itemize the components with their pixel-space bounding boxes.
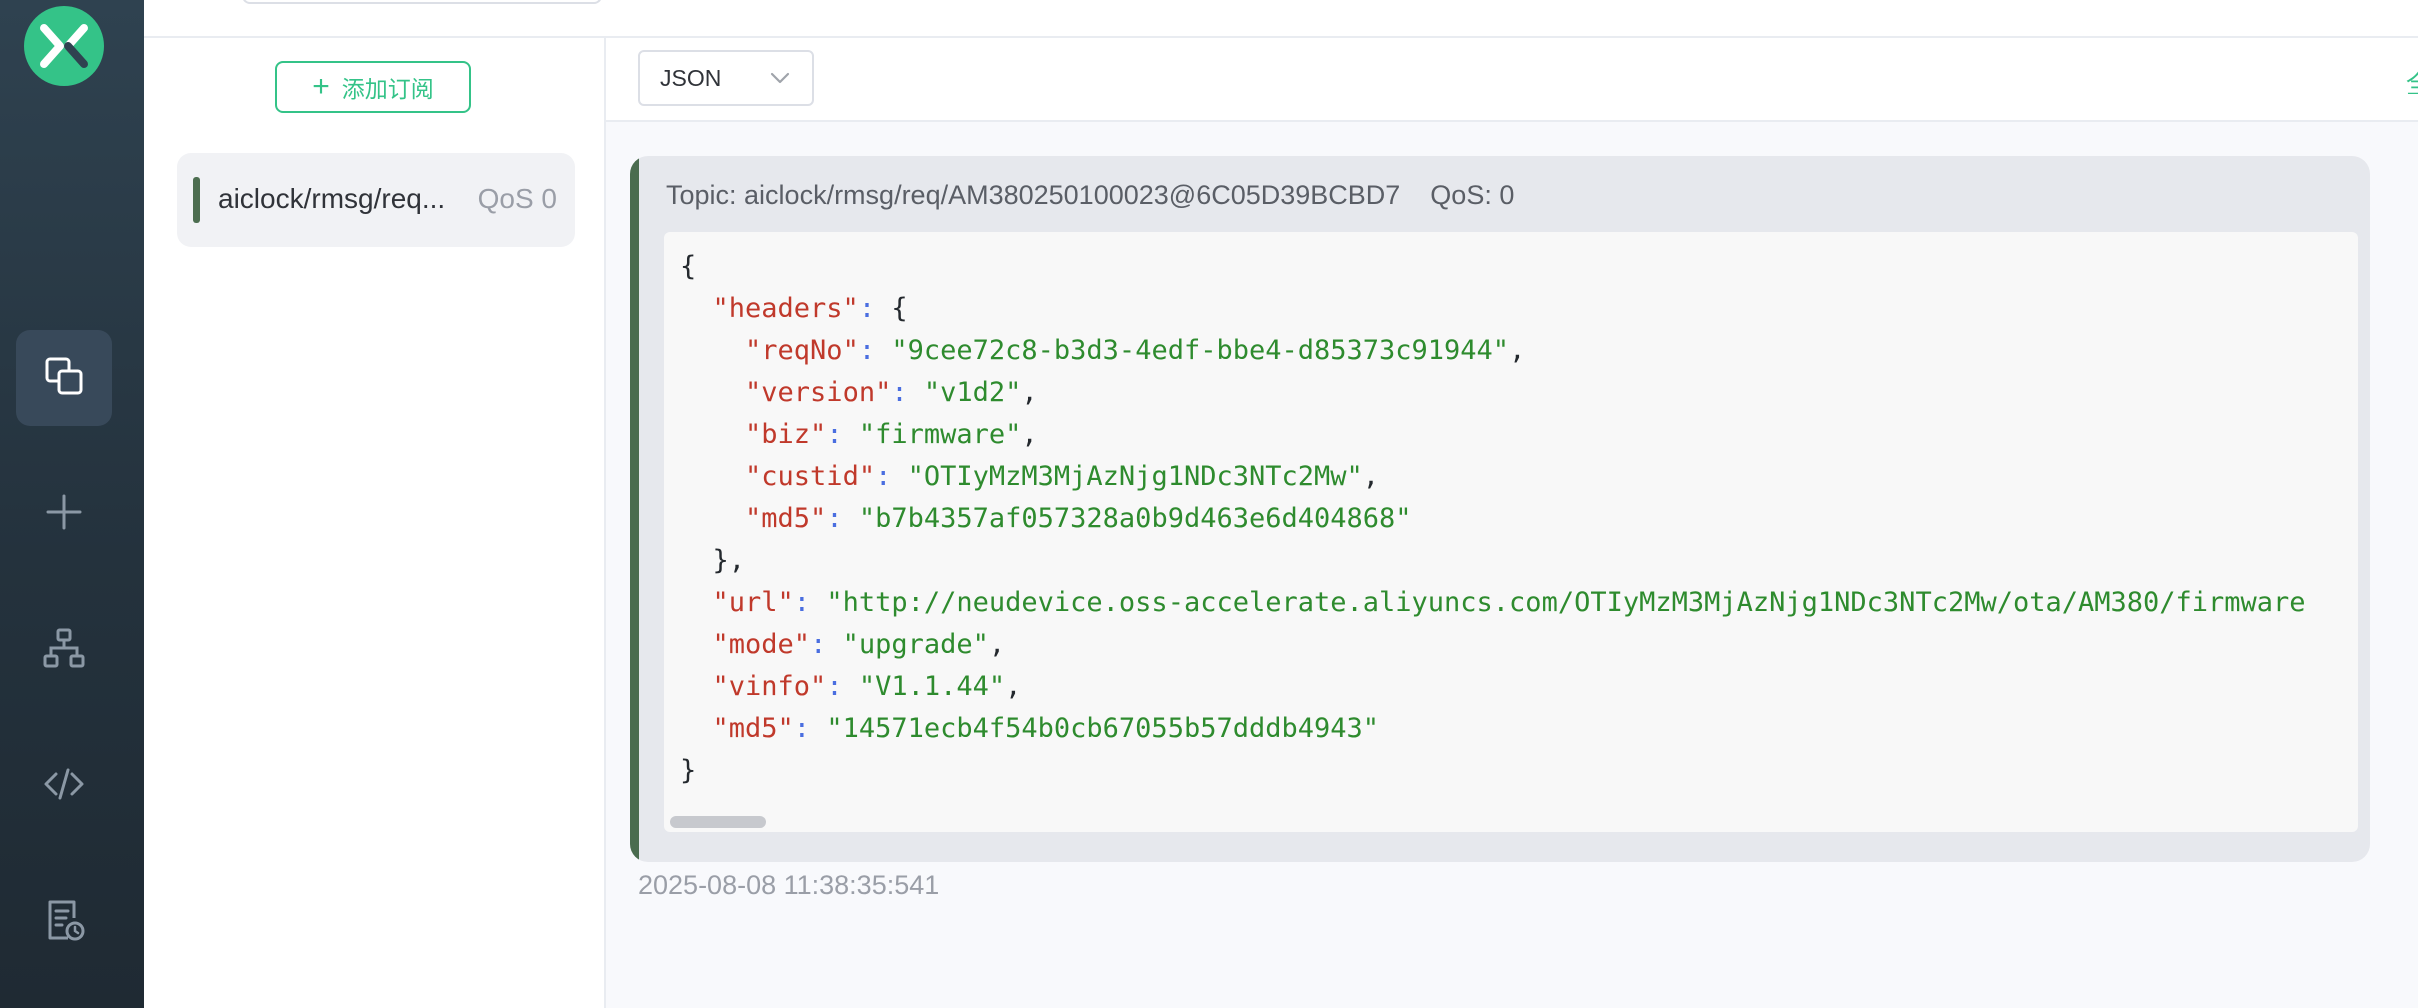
nav-script[interactable] <box>16 738 112 834</box>
message-toolbar: JSON 全 <box>606 38 2418 122</box>
chevron-down-icon <box>768 66 792 96</box>
subscription-item[interactable]: aiclock/rmsg/req... QoS 0 <box>177 153 575 247</box>
payload-line: "custid": "OTIyMzM3MjAzNjg1NDc3NTc2Mw", <box>745 461 1380 492</box>
message-timestamp: 2025-08-08 11:38:35:541 <box>638 870 940 900</box>
payload-line: { <box>680 251 697 282</box>
subscriptions-panel: + 添加订阅 aiclock/rmsg/req... QoS 0 <box>144 38 606 1008</box>
payload-format-value: JSON <box>660 64 722 91</box>
code-icon <box>42 762 86 811</box>
message-color-bar <box>630 156 639 862</box>
topology-icon <box>42 626 86 675</box>
message-topic-meta: Topic: aiclock/rmsg/req/AM380250100023@6… <box>666 180 1515 210</box>
message-area: JSON 全 Topic: aiclock/rmsg/req/AM3802501… <box>606 38 2418 1008</box>
nav-log[interactable] <box>16 874 112 970</box>
payload-line: "headers": { <box>712 293 908 324</box>
log-icon <box>42 898 86 947</box>
subscription-qos: QoS 0 <box>477 183 557 214</box>
connection-search-field[interactable] <box>242 0 602 4</box>
payload-code: { "headers": { "reqNo": "9cee72c8-b3d3-4… <box>680 246 2306 792</box>
payload-line: "biz": "firmware", <box>745 419 1038 450</box>
payload-line: } <box>680 755 697 786</box>
add-subscription-label: 添加订阅 <box>341 76 434 102</box>
connections-icon <box>42 354 86 403</box>
payload-line: "version": "v1d2", <box>745 377 1038 408</box>
mqttx-logo-icon[interactable] <box>24 6 104 86</box>
plus-icon <box>42 490 86 539</box>
nav-new-connection[interactable] <box>16 466 112 562</box>
payload-line: "reqNo": "9cee72c8-b3d3-4edf-bbe4-d85373… <box>745 335 1526 366</box>
payload-line: "mode": "upgrade", <box>712 629 1006 660</box>
payload-line: "vinfo": "V1.1.44", <box>712 671 1022 702</box>
subscription-topic: aiclock/rmsg/req... <box>218 183 446 214</box>
plus-icon: + <box>312 70 330 103</box>
subscription-color-bar <box>193 177 200 223</box>
payload-line: "url": "http://neudevice.oss-accelerate.… <box>712 587 2306 618</box>
top-bar <box>144 0 2418 38</box>
message-filter-tab[interactable]: 全 <box>2406 64 2418 94</box>
payload-format-select[interactable]: JSON <box>638 50 814 106</box>
payload-line: "md5": "14571ecb4f54b0cb67055b57dddb4943… <box>712 713 1380 744</box>
payload-line: }, <box>680 545 746 576</box>
message-payload[interactable]: { "headers": { "reqNo": "9cee72c8-b3d3-4… <box>664 232 2358 832</box>
received-message-card[interactable]: Topic: aiclock/rmsg/req/AM380250100023@6… <box>630 156 2370 862</box>
left-nav <box>0 0 144 1008</box>
payload-line: "md5": "b7b4357af057328a0b9d463e6d404868… <box>745 503 1412 534</box>
add-subscription-button[interactable]: + 添加订阅 <box>275 61 471 113</box>
nav-topology[interactable] <box>16 602 112 698</box>
nav-connections[interactable] <box>16 330 112 426</box>
horizontal-scrollbar[interactable] <box>670 816 766 828</box>
